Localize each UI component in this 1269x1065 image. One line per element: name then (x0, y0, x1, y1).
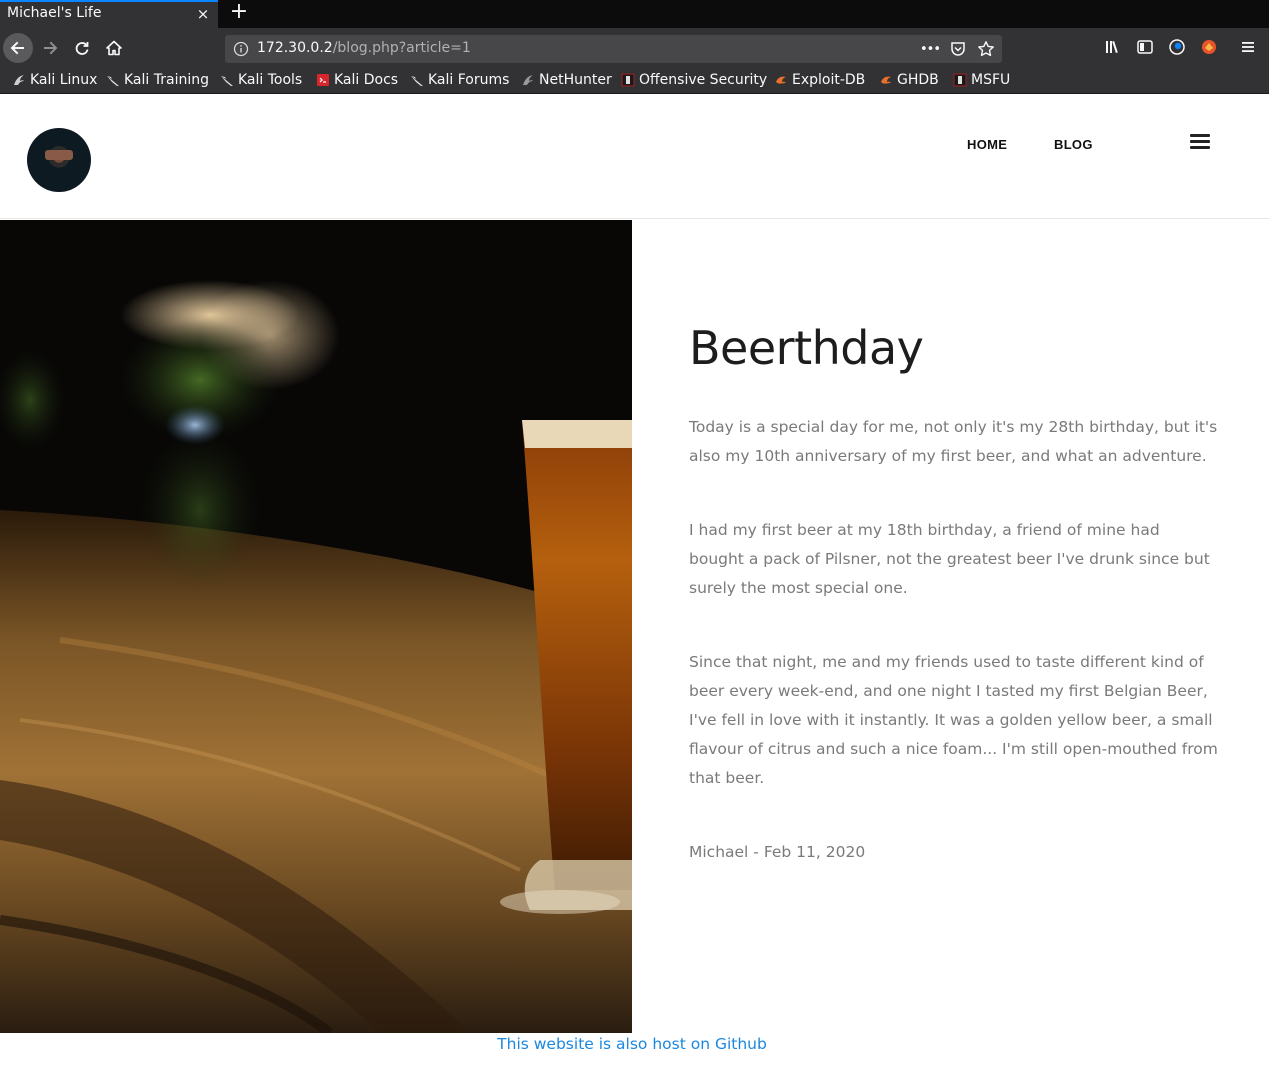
nav-home-link[interactable]: HOME (967, 137, 1007, 152)
bookmark-label: Kali Training (124, 72, 209, 88)
bookmark-label: Kali Forums (428, 72, 510, 88)
home-icon (106, 40, 122, 56)
bookmark-item[interactable]: Exploit-DB (774, 72, 865, 88)
offsec-icon (621, 73, 635, 87)
bookmark-label: Kali Tools (238, 72, 303, 88)
site-header: HOME BLOG (0, 95, 1269, 219)
tab-strip: Michael's Life × + (0, 0, 1269, 28)
page-actions-icon[interactable]: ••• (920, 39, 941, 59)
kali-dragon-icon (14, 75, 24, 85)
exploitdb-icon (776, 76, 786, 84)
avatar-image (45, 150, 73, 160)
article-author-date: Michael - Feb 11, 2020 (689, 843, 866, 861)
url-text[interactable]: 172.30.0.2/blog.php?article=1 (257, 40, 471, 56)
url-path: /blog.php?article=1 (332, 40, 471, 56)
bookmark-item[interactable]: MSFU (953, 72, 1010, 88)
bookmark-item[interactable]: GHDB (879, 72, 939, 88)
kali-docs-icon (317, 74, 329, 86)
article-title: Beerthday (689, 321, 924, 375)
bookmark-item[interactable]: Kali Docs (316, 72, 398, 88)
close-tab-icon[interactable]: × (194, 5, 212, 23)
home-button[interactable] (100, 34, 128, 62)
extension-icon[interactable] (1200, 38, 1218, 60)
arrow-left-icon (10, 41, 24, 55)
bookmark-item[interactable]: Offensive Security (621, 72, 767, 88)
pocket-icon[interactable] (948, 39, 968, 59)
reload-button[interactable] (68, 34, 96, 62)
hamburger-menu-icon[interactable] (1190, 134, 1210, 150)
address-bar[interactable]: 172.30.0.2/blog.php?article=1 ••• (225, 35, 1002, 63)
info-icon[interactable] (233, 41, 249, 57)
account-icon[interactable] (1168, 38, 1186, 60)
article-paragraph: Today is a special day for me, not only … (689, 418, 1218, 465)
kali-dragon-icon (411, 76, 423, 86)
bookmark-item[interactable]: NetHunter (521, 72, 612, 88)
bookmark-item[interactable]: Kali Tools (220, 72, 302, 88)
kali-dragon-icon (107, 76, 119, 86)
exploitdb-icon (881, 76, 891, 84)
article-paragraph: Since that night, me and my friends used… (689, 653, 1218, 787)
bookmark-star-icon[interactable] (976, 39, 996, 59)
github-link[interactable]: This website is also host on Github (0, 1035, 1264, 1053)
library-icon[interactable] (1104, 38, 1122, 60)
sidebar-icon[interactable] (1136, 38, 1154, 60)
bookmark-item[interactable]: Kali Training (106, 72, 209, 88)
bookmark-label: Kali Docs (334, 72, 399, 88)
forward-button[interactable] (36, 34, 64, 62)
article-paragraph: I had my first beer at my 18th birthday,… (689, 521, 1210, 597)
offsec-icon (953, 73, 967, 87)
tab-title: Michael's Life (7, 5, 102, 21)
bookmark-label: Offensive Security (639, 72, 768, 88)
blog-article: Beerthday Today is a special day for me,… (689, 321, 1219, 912)
reload-icon (75, 42, 89, 55)
bookmark-label: NetHunter (539, 72, 612, 88)
bookmark-label: Kali Linux (30, 72, 98, 88)
beer-photo (0, 220, 632, 1033)
arrow-right-icon (44, 41, 58, 55)
nethunter-icon (523, 75, 533, 85)
bookmark-item[interactable]: Kali Forums (410, 72, 509, 88)
web-page: HOME BLOG Beerthday Today is a special d… (0, 95, 1269, 1065)
menu-icon[interactable] (1239, 38, 1257, 60)
bookmark-label: GHDB (897, 72, 939, 88)
navigation-toolbar: 172.30.0.2/blog.php?article=1 ••• (0, 28, 1269, 68)
new-tab-button[interactable]: + (228, 1, 250, 25)
beer-on-table-image (0, 220, 632, 1033)
bookmark-label: Exploit-DB (792, 72, 866, 88)
url-host: 172.30.0.2 (257, 40, 333, 56)
nav-blog-link[interactable]: BLOG (1054, 137, 1093, 152)
kali-dragon-icon (221, 76, 233, 86)
bookmark-label: MSFU (971, 72, 1011, 88)
site-logo-avatar[interactable] (27, 128, 91, 192)
browser-tab-active[interactable]: Michael's Life × (0, 0, 218, 28)
back-button[interactable] (3, 33, 33, 63)
bookmarks-toolbar: Kali Linux Kali Training Kali Tools Kali… (0, 68, 1269, 94)
bookmark-item[interactable]: Kali Linux (12, 72, 97, 88)
